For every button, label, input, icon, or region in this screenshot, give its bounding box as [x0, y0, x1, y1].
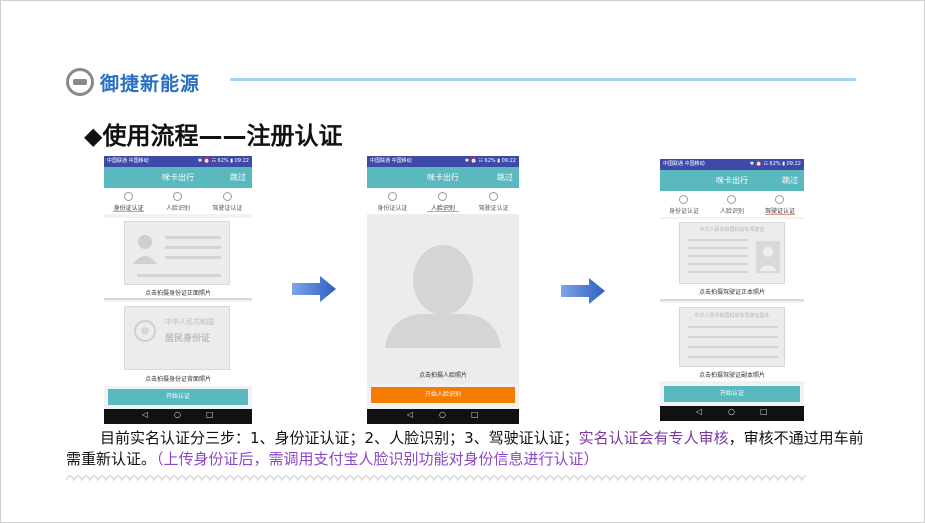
car-logo-icon — [66, 68, 94, 96]
status-bar: 中国联通 中国移动 ✱ ⏰ ☷ 62% ▮ 09:22 — [104, 156, 252, 167]
step-face[interactable]: 人脸识别 — [418, 188, 469, 214]
step-label: 驾驶证认证 — [212, 205, 243, 212]
step-circle-icon — [438, 192, 448, 201]
description-note: （上传身份证后，需调用支付宝人脸识别功能对身份信息进行认证） — [156, 450, 599, 468]
divider — [104, 298, 252, 300]
recents-icon[interactable]: □ — [471, 410, 479, 419]
status-bar: 中国联通 中国移动 ✱ ⏰ ☷ 62% ▮ 09:22 — [660, 159, 804, 170]
step-label: 人脸识别 — [165, 205, 190, 212]
description-paragraph: 目前实名认证分三步：1、身份证认证；2、人脸识别；3、驾驶证认证；实名认证会有专… — [66, 428, 866, 470]
step-face[interactable]: 人脸识别 — [153, 188, 202, 214]
home-icon[interactable]: ○ — [728, 407, 735, 416]
id-front-card[interactable]: 点击拍摄身份证正面照片 — [104, 218, 252, 300]
step-label: 身份证认证 — [113, 205, 144, 212]
android-nav-bar: ◁ ○ □ — [367, 409, 519, 424]
carrier-text: 中国联通 中国移动 — [663, 161, 705, 167]
skip-button[interactable]: 跳过 — [497, 167, 513, 188]
status-icons: ✱ ⏰ ☷ 62% ▮ 09:22 — [464, 158, 516, 164]
arrow-right-icon — [292, 276, 336, 302]
id-front-caption: 点击拍摄身份证正面照片 — [144, 290, 211, 297]
app-bar: 咪卡出行 跳过 — [660, 170, 804, 191]
id-back-line2: 居民身份证 — [165, 334, 211, 344]
back-icon[interactable]: ◁ — [142, 410, 148, 419]
id-front-placeholder — [124, 221, 230, 285]
home-icon[interactable]: ○ — [439, 410, 446, 419]
home-icon[interactable]: ○ — [174, 410, 181, 419]
step-circle-icon — [222, 192, 232, 201]
slide-title: ◆使用流程——注册认证 — [84, 122, 343, 150]
brand-logo: 御捷新能源 — [66, 66, 200, 98]
android-nav-bar: ◁ ○ □ — [660, 406, 804, 421]
step-label: 身份证认证 — [668, 208, 699, 215]
arrow-right-icon — [561, 278, 605, 304]
description-part1: 目前实名认证分三步：1、身份证认证；2、人脸识别；3、驾驶证认证； — [100, 429, 579, 447]
id-back-caption: 点击拍摄身份证背面照片 — [144, 376, 211, 383]
phone-screen-face: 中国联通 中国移动 ✱ ⏰ ☷ 62% ▮ 09:22 咪卡出行 跳过 身份证认… — [367, 156, 519, 424]
face-caption: 点击拍摄人脸照片 — [418, 372, 467, 379]
divider — [660, 299, 804, 301]
app-bar: 咪卡出行 跳过 — [104, 167, 252, 188]
step-label: 人脸识别 — [719, 208, 744, 215]
license-back-placeholder: 中华人民共和国机动车驾驶证副本 — [679, 307, 785, 367]
back-icon[interactable]: ◁ — [407, 410, 413, 419]
start-verify-button[interactable]: 开始认证 — [108, 389, 248, 405]
brand-name: 御捷新能源 — [100, 72, 201, 95]
step-id-card[interactable]: 身份证认证 — [660, 191, 708, 217]
step-indicator: 身份证认证 人脸识别 驾驶证认证 — [104, 188, 252, 214]
step-license[interactable]: 驾驶证认证 — [756, 191, 804, 217]
status-icons: ✱ ⏰ ☷ 62% ▮ 09:22 — [197, 158, 249, 164]
id-front-icon — [133, 235, 221, 277]
license-back-caption: 点击拍摄驾驶证副本照片 — [698, 372, 765, 379]
step-label: 驾驶证认证 — [764, 208, 795, 215]
step-circle-icon — [124, 192, 134, 201]
step-label: 身份证认证 — [377, 205, 408, 212]
license-back-card[interactable]: 中华人民共和国机动车驾驶证副本 点击拍摄驾驶证副本照片 — [660, 303, 804, 381]
id-back-card[interactable]: 中华人民共和国 居民身份证 点击拍摄身份证背面照片 — [104, 302, 252, 386]
carrier-text: 中国联通 中国移动 — [107, 158, 149, 164]
android-nav-bar: ◁ ○ □ — [104, 409, 252, 424]
decorative-wave-border — [66, 475, 806, 482]
step-circle-icon — [679, 195, 689, 204]
step-circle-icon — [727, 195, 737, 204]
phone-screen-id-card: 中国联通 中国移动 ✱ ⏰ ☷ 62% ▮ 09:22 咪卡出行 跳过 身份证认… — [104, 156, 252, 424]
skip-button[interactable]: 跳过 — [230, 167, 246, 188]
step-circle-icon — [387, 192, 397, 201]
step-indicator: 身份证认证 人脸识别 驾驶证认证 — [660, 191, 804, 217]
license-front-header: 中华人民共和国机动车驾驶证 — [699, 227, 765, 233]
recents-icon[interactable]: □ — [760, 407, 768, 416]
step-id-card[interactable]: 身份证认证 — [367, 188, 418, 214]
recents-icon[interactable]: □ — [206, 410, 214, 419]
step-label: 人脸识别 — [430, 205, 455, 212]
back-icon[interactable]: ◁ — [696, 407, 702, 416]
skip-button[interactable]: 跳过 — [782, 170, 798, 191]
step-license[interactable]: 驾驶证认证 — [203, 188, 252, 214]
app-bar: 咪卡出行 跳过 — [367, 167, 519, 188]
license-front-placeholder: 中华人民共和国机动车驾驶证 — [679, 222, 785, 284]
description-highlight: 实名认证会有专人审核 — [578, 429, 729, 447]
id-back-placeholder: 中华人民共和国 居民身份证 — [124, 306, 230, 370]
step-circle-icon — [489, 192, 499, 201]
step-face[interactable]: 人脸识别 — [708, 191, 756, 217]
id-back-line1: 中华人民共和国 — [165, 318, 214, 326]
step-license[interactable]: 驾驶证认证 — [468, 188, 519, 214]
license-front-card[interactable]: 中华人民共和国机动车驾驶证 点击拍摄驾驶证正本照片 — [660, 219, 804, 299]
carrier-text: 中国联通 中国移动 — [370, 158, 412, 164]
step-circle-icon — [173, 192, 183, 201]
status-icons: ✱ ⏰ ☷ 62% ▮ 09:22 — [749, 161, 801, 167]
license-front-caption: 点击拍摄驾驶证正本照片 — [698, 289, 765, 296]
phone-screen-license: 中国联通 中国移动 ✱ ⏰ ☷ 62% ▮ 09:22 咪卡出行 跳过 身份证认… — [660, 159, 804, 421]
status-bar: 中国联通 中国移动 ✱ ⏰ ☷ 62% ▮ 09:22 — [367, 156, 519, 167]
start-verify-button[interactable]: 开始认证 — [664, 386, 800, 402]
step-indicator: 身份证认证 人脸识别 驾驶证认证 — [367, 188, 519, 214]
face-capture-area[interactable]: 点击拍摄人脸照片 — [367, 214, 519, 384]
step-id-card[interactable]: 身份证认证 — [104, 188, 153, 214]
header-divider — [230, 78, 856, 81]
license-back-header: 中华人民共和国机动车驾驶证副本 — [694, 313, 770, 319]
face-silhouette-icon — [385, 245, 501, 348]
step-label: 驾驶证认证 — [478, 205, 509, 212]
start-face-recognition-button[interactable]: 开始人脸识别 — [371, 387, 515, 403]
step-circle-icon — [775, 195, 785, 204]
